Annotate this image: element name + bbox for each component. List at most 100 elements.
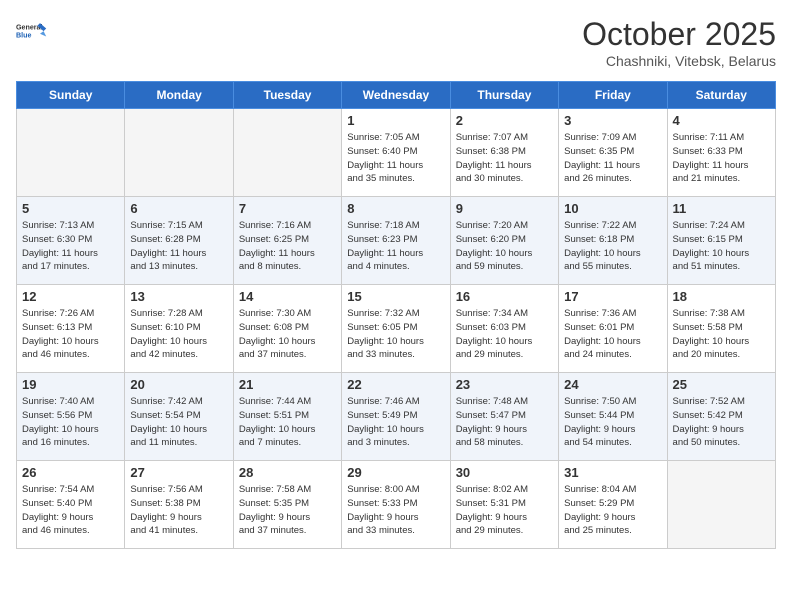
calendar-cell: 9 Sunrise: 7:20 AM Sunset: 6:20 PM Daylig… [450, 197, 558, 285]
day-number: 18 [673, 289, 770, 304]
calendar-cell: 8 Sunrise: 7:18 AM Sunset: 6:23 PM Daylig… [342, 197, 450, 285]
calendar-cell: 3 Sunrise: 7:09 AM Sunset: 6:35 PM Daylig… [559, 109, 667, 197]
day-number: 10 [564, 201, 661, 216]
week-row-2: 5 Sunrise: 7:13 AM Sunset: 6:30 PM Daylig… [17, 197, 776, 285]
calendar-table: SundayMondayTuesdayWednesdayThursdayFrid… [16, 81, 776, 549]
day-number: 5 [22, 201, 119, 216]
day-info: Sunrise: 7:32 AM Sunset: 6:05 PM Dayligh… [347, 307, 444, 362]
day-number: 29 [347, 465, 444, 480]
calendar-cell: 26 Sunrise: 7:54 AM Sunset: 5:40 PM Dayli… [17, 461, 125, 549]
col-header-monday: Monday [125, 82, 233, 109]
day-info: Sunrise: 8:00 AM Sunset: 5:33 PM Dayligh… [347, 483, 444, 538]
day-info: Sunrise: 7:56 AM Sunset: 5:38 PM Dayligh… [130, 483, 227, 538]
day-number: 28 [239, 465, 336, 480]
calendar-cell [667, 461, 775, 549]
logo: GeneralBlue [16, 16, 48, 48]
day-info: Sunrise: 7:40 AM Sunset: 5:56 PM Dayligh… [22, 395, 119, 450]
day-info: Sunrise: 7:16 AM Sunset: 6:25 PM Dayligh… [239, 219, 336, 274]
day-info: Sunrise: 7:20 AM Sunset: 6:20 PM Dayligh… [456, 219, 553, 274]
col-header-wednesday: Wednesday [342, 82, 450, 109]
calendar-cell: 11 Sunrise: 7:24 AM Sunset: 6:15 PM Dayli… [667, 197, 775, 285]
day-info: Sunrise: 7:36 AM Sunset: 6:01 PM Dayligh… [564, 307, 661, 362]
svg-text:Blue: Blue [16, 31, 31, 39]
day-info: Sunrise: 8:04 AM Sunset: 5:29 PM Dayligh… [564, 483, 661, 538]
calendar-cell: 12 Sunrise: 7:26 AM Sunset: 6:13 PM Dayli… [17, 285, 125, 373]
day-number: 20 [130, 377, 227, 392]
calendar-cell: 13Sunrise: 7:28 AM Sunset: 6:10 PM Dayli… [125, 285, 233, 373]
day-info: Sunrise: 7:34 AM Sunset: 6:03 PM Dayligh… [456, 307, 553, 362]
calendar-cell: 4 Sunrise: 7:11 AM Sunset: 6:33 PM Daylig… [667, 109, 775, 197]
calendar-cell: 5 Sunrise: 7:13 AM Sunset: 6:30 PM Daylig… [17, 197, 125, 285]
day-number: 26 [22, 465, 119, 480]
day-number: 22 [347, 377, 444, 392]
day-info: Sunrise: 7:52 AM Sunset: 5:42 PM Dayligh… [673, 395, 770, 450]
col-header-saturday: Saturday [667, 82, 775, 109]
day-info: Sunrise: 7:54 AM Sunset: 5:40 PM Dayligh… [22, 483, 119, 538]
day-info: Sunrise: 7:09 AM Sunset: 6:35 PM Dayligh… [564, 131, 661, 186]
calendar-cell: 2 Sunrise: 7:07 AM Sunset: 6:38 PM Daylig… [450, 109, 558, 197]
calendar-cell: 18 Sunrise: 7:38 AM Sunset: 5:58 PM Dayli… [667, 285, 775, 373]
col-header-tuesday: Tuesday [233, 82, 341, 109]
calendar-cell: 6 Sunrise: 7:15 AM Sunset: 6:28 PM Daylig… [125, 197, 233, 285]
day-info: Sunrise: 7:22 AM Sunset: 6:18 PM Dayligh… [564, 219, 661, 274]
day-info: Sunrise: 8:02 AM Sunset: 5:31 PM Dayligh… [456, 483, 553, 538]
day-number: 4 [673, 113, 770, 128]
col-header-friday: Friday [559, 82, 667, 109]
day-number: 27 [130, 465, 227, 480]
day-number: 17 [564, 289, 661, 304]
day-info: Sunrise: 7:38 AM Sunset: 5:58 PM Dayligh… [673, 307, 770, 362]
day-info: Sunrise: 7:58 AM Sunset: 5:35 PM Dayligh… [239, 483, 336, 538]
calendar-cell: 10 Sunrise: 7:22 AM Sunset: 6:18 PM Dayli… [559, 197, 667, 285]
col-header-sunday: Sunday [17, 82, 125, 109]
day-number: 8 [347, 201, 444, 216]
day-number: 13 [130, 289, 227, 304]
calendar-cell [17, 109, 125, 197]
day-info: Sunrise: 7:11 AM Sunset: 6:33 PM Dayligh… [673, 131, 770, 186]
svg-text:General: General [16, 23, 43, 31]
day-info: Sunrise: 7:18 AM Sunset: 6:23 PM Dayligh… [347, 219, 444, 274]
calendar-cell: 14Sunrise: 7:30 AM Sunset: 6:08 PM Dayli… [233, 285, 341, 373]
day-info: Sunrise: 7:13 AM Sunset: 6:30 PM Dayligh… [22, 219, 119, 274]
day-number: 21 [239, 377, 336, 392]
calendar-cell: 19 Sunrise: 7:40 AM Sunset: 5:56 PM Dayli… [17, 373, 125, 461]
day-number: 9 [456, 201, 553, 216]
day-info: Sunrise: 7:24 AM Sunset: 6:15 PM Dayligh… [673, 219, 770, 274]
day-info: Sunrise: 7:07 AM Sunset: 6:38 PM Dayligh… [456, 131, 553, 186]
day-number: 11 [673, 201, 770, 216]
calendar-cell: 28 Sunrise: 7:58 AM Sunset: 5:35 PM Dayli… [233, 461, 341, 549]
calendar-cell: 22 Sunrise: 7:46 AM Sunset: 5:49 PM Dayli… [342, 373, 450, 461]
day-number: 31 [564, 465, 661, 480]
week-row-1: 1 Sunrise: 7:05 AM Sunset: 6:40 PM Daylig… [17, 109, 776, 197]
month-title: October 2025 [582, 16, 776, 53]
day-info: Sunrise: 7:05 AM Sunset: 6:40 PM Dayligh… [347, 131, 444, 186]
day-number: 12 [22, 289, 119, 304]
page-header: GeneralBlue October 2025 Chashniki, Vite… [16, 16, 776, 69]
col-header-thursday: Thursday [450, 82, 558, 109]
day-info: Sunrise: 7:46 AM Sunset: 5:49 PM Dayligh… [347, 395, 444, 450]
day-info: Sunrise: 7:26 AM Sunset: 6:13 PM Dayligh… [22, 307, 119, 362]
day-info: Sunrise: 7:15 AM Sunset: 6:28 PM Dayligh… [130, 219, 227, 274]
calendar-cell: 21Sunrise: 7:44 AM Sunset: 5:51 PM Dayli… [233, 373, 341, 461]
calendar-cell [125, 109, 233, 197]
calendar-cell: 24Sunrise: 7:50 AM Sunset: 5:44 PM Dayli… [559, 373, 667, 461]
calendar-cell: 25Sunrise: 7:52 AM Sunset: 5:42 PM Dayli… [667, 373, 775, 461]
calendar-cell: 27 Sunrise: 7:56 AM Sunset: 5:38 PM Dayli… [125, 461, 233, 549]
day-number: 2 [456, 113, 553, 128]
day-number: 30 [456, 465, 553, 480]
day-number: 19 [22, 377, 119, 392]
day-number: 16 [456, 289, 553, 304]
calendar-cell [233, 109, 341, 197]
calendar-cell: 17 Sunrise: 7:36 AM Sunset: 6:01 PM Dayli… [559, 285, 667, 373]
day-info: Sunrise: 7:30 AM Sunset: 6:08 PM Dayligh… [239, 307, 336, 362]
location-subtitle: Chashniki, Vitebsk, Belarus [582, 53, 776, 69]
calendar-cell: 7Sunrise: 7:16 AM Sunset: 6:25 PM Daylig… [233, 197, 341, 285]
day-number: 6 [130, 201, 227, 216]
calendar-cell: 31 Sunrise: 8:04 AM Sunset: 5:29 PM Dayli… [559, 461, 667, 549]
week-row-4: 19 Sunrise: 7:40 AM Sunset: 5:56 PM Dayli… [17, 373, 776, 461]
day-info: Sunrise: 7:48 AM Sunset: 5:47 PM Dayligh… [456, 395, 553, 450]
calendar-cell: 1 Sunrise: 7:05 AM Sunset: 6:40 PM Daylig… [342, 109, 450, 197]
day-number: 1 [347, 113, 444, 128]
calendar-cell: 23Sunrise: 7:48 AM Sunset: 5:47 PM Dayli… [450, 373, 558, 461]
calendar-cell: 30 Sunrise: 8:02 AM Sunset: 5:31 PM Dayli… [450, 461, 558, 549]
day-number: 3 [564, 113, 661, 128]
